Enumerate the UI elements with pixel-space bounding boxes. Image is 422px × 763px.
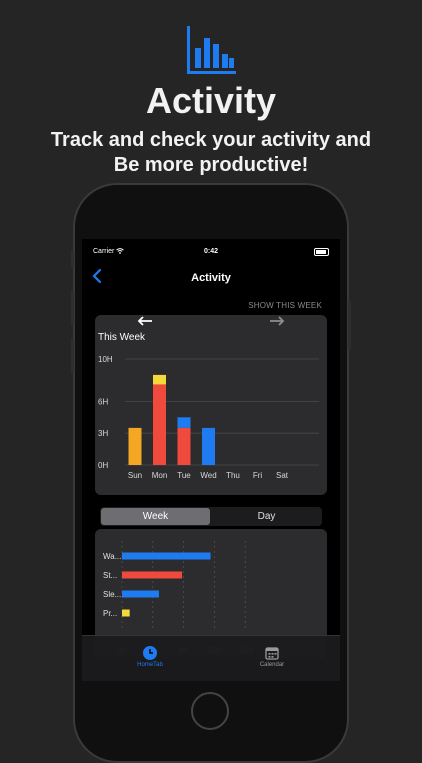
clock-icon [143, 646, 157, 660]
bar-segment [202, 427, 215, 465]
navigation-bar: Activity [82, 267, 340, 291]
arrow-left-icon[interactable] [137, 316, 153, 326]
nav-title: Activity [191, 272, 231, 284]
bar-segment [153, 374, 166, 385]
phone-volume-down [71, 338, 74, 374]
arrow-right-icon[interactable] [269, 316, 285, 326]
horizontal-bar [122, 609, 130, 617]
x-tick-label: Sun [128, 471, 142, 480]
phone-mute-switch [71, 250, 74, 268]
segment-day[interactable]: Day [212, 508, 321, 525]
bar-segment [128, 427, 142, 465]
x-tick-label: Wed [200, 471, 216, 480]
tab-home[interactable]: HomeTab [120, 640, 180, 668]
bar-segment [177, 427, 191, 465]
phone-home-button[interactable] [191, 692, 229, 730]
battery-icon [314, 248, 329, 256]
hero-title: Activity [145, 80, 277, 121]
tab-calendar-label: Calendar [259, 662, 285, 668]
tab-home-label: HomeTab [137, 662, 163, 668]
x-tick-label: Tue [177, 471, 191, 480]
horizontal-bar [122, 571, 183, 579]
weekly-bar-chart: 0H 3H 6H 10H Sun Mon Tue Wed Thu Fri Sat [98, 355, 319, 480]
segment-week[interactable]: Week [101, 508, 210, 525]
weekly-chart-card: This Week 0H 3H 6H 10H Sun Mon Tue Wed Thu Fri Sat [95, 315, 327, 495]
tab-bar: HomeTab Calendar [82, 635, 340, 681]
bar-segment [177, 417, 191, 428]
y-tick-label: 6H [98, 397, 108, 406]
bar-chart-icon [187, 26, 236, 74]
status-time: 0:42 [203, 248, 218, 255]
category-label: Wa... [103, 552, 121, 561]
x-tick-label: Mon [152, 471, 168, 480]
horizontal-bar [122, 590, 159, 598]
tab-calendar[interactable]: Calendar [242, 640, 302, 668]
category-label: Pr... [103, 609, 117, 618]
category-label: St... [103, 571, 117, 580]
hero-subtitle-line1: Track and check your activity and [50, 129, 372, 151]
chart-title: This Week [98, 332, 146, 343]
show-this-week-button[interactable]: SHOW THIS WEEK [248, 301, 322, 310]
y-tick-label: 0H [98, 461, 108, 470]
horizontal-bar [122, 552, 211, 560]
week-day-segmented-control: Week Day [100, 507, 322, 526]
category-label: Sle... [103, 590, 121, 599]
hero-subtitle: Track and check your activity and Be mor… [0, 128, 422, 178]
bar-segment [153, 384, 166, 465]
status-bar: Carrier 0:42 [82, 245, 340, 259]
app-screen: Carrier 0:42 Activity SHOW THIS WEEK Thi… [82, 239, 340, 681]
x-tick-label: Fri [253, 471, 263, 480]
x-tick-label: Sat [276, 471, 289, 480]
y-tick-label: 3H [98, 429, 108, 438]
x-tick-label: Thu [226, 471, 240, 480]
phone-power-button [348, 300, 351, 350]
phone-volume-up [71, 290, 74, 326]
y-tick-label: 10H [98, 355, 113, 364]
hero-subtitle-line2: Be more productive! [113, 154, 309, 176]
calendar-icon [265, 647, 279, 660]
